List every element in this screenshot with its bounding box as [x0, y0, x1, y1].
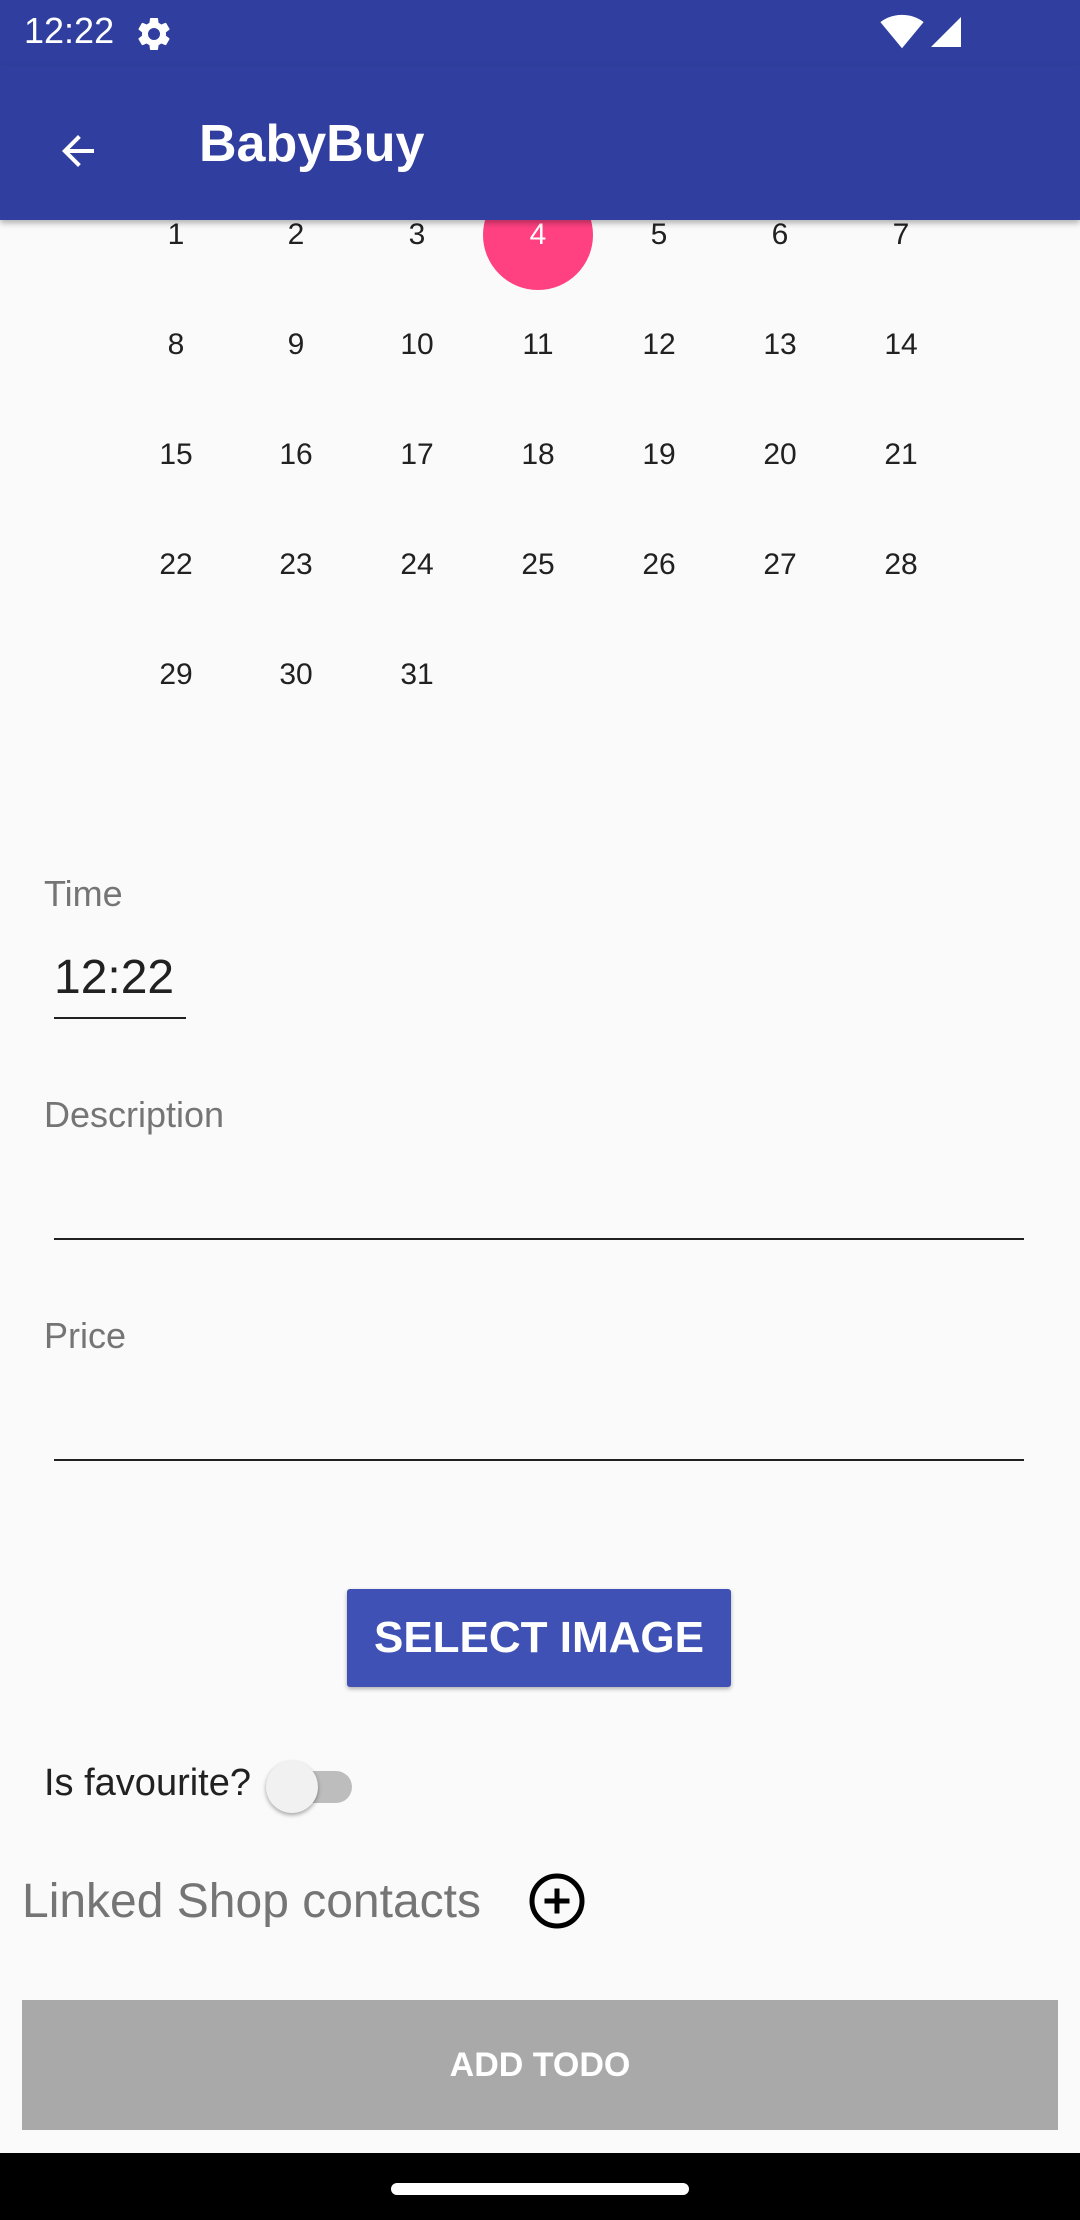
calendar-day[interactable]: 5: [604, 220, 714, 290]
time-label: Time: [44, 873, 123, 914]
calendar-day[interactable]: 3: [362, 220, 472, 290]
calendar-day[interactable]: 12: [604, 290, 714, 400]
calendar-day[interactable]: 22: [121, 510, 231, 620]
description-input[interactable]: [54, 1150, 1024, 1240]
calendar-day[interactable]: 6: [725, 220, 835, 290]
calendar-day[interactable]: 23: [241, 510, 351, 620]
signal-icon: [931, 17, 961, 47]
calendar-day[interactable]: 18: [483, 400, 593, 510]
add-contact-button[interactable]: [527, 1871, 587, 1931]
calendar-day[interactable]: 30: [241, 620, 351, 730]
calendar-day[interactable]: 1: [121, 220, 231, 290]
gear-icon: [138, 17, 170, 50]
calendar-day[interactable]: 11: [483, 290, 593, 400]
select-image-button[interactable]: SELECT IMAGE: [347, 1589, 731, 1687]
calendar-month-grid: 1 2 3 4 5 6 7 8 9 10 11 12 13 14 15 16 1…: [0, 220, 1080, 810]
time-field[interactable]: 12:22: [54, 950, 174, 1005]
calendar-day[interactable]: 25: [483, 510, 593, 620]
calendar-day[interactable]: 10: [362, 290, 472, 400]
calendar-day[interactable]: 26: [604, 510, 714, 620]
calendar-day[interactable]: 2: [241, 220, 351, 290]
calendar-day[interactable]: 14: [846, 290, 956, 400]
calendar-day[interactable]: 28: [846, 510, 956, 620]
arrow-back-icon: [62, 135, 94, 167]
calendar-day[interactable]: 29: [121, 620, 231, 730]
calendar-day[interactable]: 24: [362, 510, 472, 620]
price-label: Price: [44, 1315, 127, 1356]
favourite-label: Is favourite?: [44, 1762, 251, 1804]
back-button[interactable]: [36, 109, 120, 193]
calendar-day[interactable]: 8: [121, 290, 231, 400]
home-gesture-handle[interactable]: [391, 2183, 689, 2195]
app-bar: BabyBuy: [0, 66, 1080, 220]
calendar-day[interactable]: 31: [362, 620, 472, 730]
calendar-day[interactable]: 19: [604, 400, 714, 510]
description-field-underline: [54, 1238, 1024, 1240]
add-todo-button[interactable]: ADD TODO: [22, 2000, 1058, 2130]
calendar-day[interactable]: 21: [846, 400, 956, 510]
calendar-day[interactable]: 9: [241, 290, 351, 400]
calendar-day[interactable]: 7: [846, 220, 956, 290]
time-field-underline: [54, 1017, 186, 1019]
wifi-icon: [880, 14, 924, 49]
add-circle-icon: [529, 1873, 585, 1929]
status-time: 12:22: [24, 10, 115, 51]
linked-shop-contacts-label: Linked Shop contacts: [22, 1875, 481, 1928]
price-input[interactable]: [54, 1370, 1024, 1460]
calendar-day[interactable]: 15: [121, 400, 231, 510]
toggle-thumb: [266, 1761, 318, 1813]
status-bar: 12:22: [0, 0, 1080, 66]
calendar-day[interactable]: 20: [725, 400, 835, 510]
calendar-day[interactable]: 16: [241, 400, 351, 510]
calendar-day[interactable]: 27: [725, 510, 835, 620]
calendar-day[interactable]: 17: [362, 400, 472, 510]
favourite-toggle[interactable]: [266, 1759, 358, 1813]
description-label: Description: [44, 1094, 225, 1135]
calendar-day-selected[interactable]: 4: [483, 220, 593, 290]
page-title: BabyBuy: [199, 115, 425, 173]
price-field-underline: [54, 1459, 1024, 1461]
calendar-day[interactable]: 13: [725, 290, 835, 400]
